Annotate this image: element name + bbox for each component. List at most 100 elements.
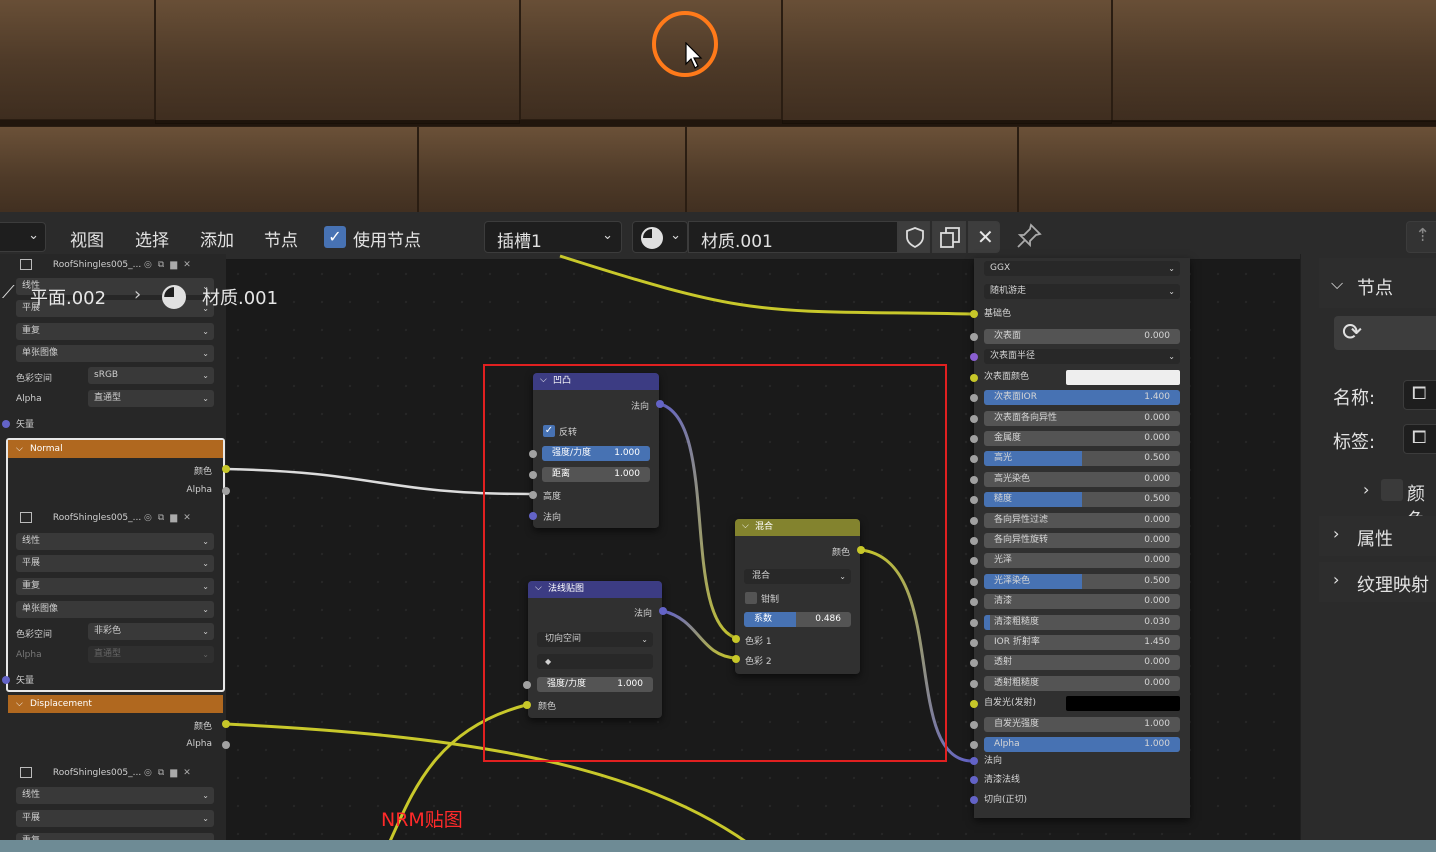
bsdf-row-11[interactable]: 光泽 0.000 <box>984 553 1180 569</box>
bsdf-row-label: 透射粗糙度 <box>994 677 1040 688</box>
bsdf-row-9[interactable]: 各向异性过滤 0.000 <box>984 512 1180 528</box>
texture-mapping-section-panel[interactable]: › 纹理映射 <box>1319 562 1436 602</box>
node-name-field[interactable]: ⧠ <box>1403 380 1436 410</box>
properties-section-panel[interactable]: › 属性 <box>1319 516 1436 556</box>
alpha-mode-dropdown[interactable]: 直通型 ⌄ <box>88 390 214 407</box>
projection-dropdown[interactable]: 平展 ⌄ <box>16 810 214 827</box>
bsdf-value-socket[interactable] <box>970 516 978 525</box>
color-swatch[interactable] <box>1066 369 1180 385</box>
bsdf-normal-socket[interactable] <box>970 757 978 765</box>
bsdf-row-10[interactable]: 各向异性旋转 0.000 <box>984 533 1180 548</box>
bsdf-value-socket[interactable] <box>970 333 978 341</box>
source-value: 单张图像 <box>22 348 59 358</box>
bsdf-row-17[interactable]: 透射粗糙度 0.000 <box>984 675 1180 691</box>
color-checkbox[interactable] <box>1381 479 1403 501</box>
bsdf-row-14[interactable]: 清漆粗糙度 0.030 <box>984 614 1180 630</box>
chevron-down-icon: ⌵ <box>1331 274 1344 293</box>
bsdf-color-socket[interactable] <box>970 373 978 382</box>
bsdf-row-15[interactable]: IOR 折射率 1.450 <box>984 635 1180 650</box>
bsdf-row-value: 0.000 <box>1144 473 1170 484</box>
displacement-frame-title: Displacement <box>30 699 92 709</box>
bsdf-row-3[interactable]: 次表面IOR 1.400 <box>984 390 1180 406</box>
bsdf-row-19[interactable]: 自发光强度 1.000 <box>984 716 1180 732</box>
interpolation-dropdown[interactable]: 线性 ⌄ <box>16 533 214 550</box>
bsdf-row-label: 光泽 <box>994 555 1013 566</box>
refresh-icon: ⟳ <box>1342 318 1363 346</box>
image-icon <box>20 259 32 270</box>
vector-socket[interactable] <box>2 420 10 428</box>
displacement-frame-header[interactable]: ⌵ Displacement <box>8 695 223 713</box>
bsdf-row-2[interactable]: 次表面颜色 <box>984 369 1180 385</box>
color-swatch[interactable] <box>1066 696 1180 712</box>
bsdf-row-label: 清漆 <box>994 596 1013 607</box>
bsdf-row-16[interactable]: 透射 0.000 <box>984 655 1180 671</box>
bsdf-base-color-socket[interactable] <box>970 310 978 318</box>
bsdf-value-socket[interactable] <box>970 720 978 729</box>
distribution-value: GGX <box>990 263 1011 273</box>
bsdf-row-value: 0.000 <box>1144 657 1170 668</box>
texture-action-icons[interactable]: ◎⧉▆✕ <box>144 764 197 782</box>
bsdf-row-7[interactable]: 高光染色 0.000 <box>984 471 1180 487</box>
extension-value: 重复 <box>22 581 41 591</box>
texture-name: RoofShingles005_... <box>52 768 142 778</box>
bsdf-value-socket[interactable] <box>970 475 978 484</box>
bsdf-value-socket[interactable] <box>970 679 978 688</box>
node-section-title: 节点 <box>1357 278 1393 299</box>
bsdf-clearcoat-normal-socket[interactable] <box>970 776 978 784</box>
bsdf-row-4[interactable]: 次表面各向异性 0.000 <box>984 410 1180 426</box>
displacement-image-selector[interactable]: RoofShingles005_... ◎⧉▆✕ <box>16 764 214 782</box>
bsdf-tangent-input: 切向(正切) <box>984 793 1180 808</box>
bsdf-row-label: 光泽染色 <box>994 575 1031 586</box>
bsdf-value-socket[interactable] <box>970 618 978 627</box>
bsdf-value-socket[interactable] <box>970 639 978 647</box>
chevron-down-icon: ⌄ <box>202 605 209 614</box>
displacement-out-alpha-label: Alpha <box>186 739 212 749</box>
chevron-down-icon: ⌄ <box>202 814 209 823</box>
colorspace-dropdown[interactable]: 非彩色 ⌄ <box>88 623 214 640</box>
source-dropdown[interactable]: 单张图像 ⌄ <box>16 345 214 362</box>
update-node-button[interactable]: ⟳ <box>1334 316 1436 350</box>
extension-dropdown[interactable]: 重复 ⌄ <box>16 323 214 340</box>
source-dropdown[interactable]: 单张图像 ⌄ <box>16 601 214 618</box>
normal-alpha-output-socket[interactable] <box>222 487 230 495</box>
projection-dropdown[interactable]: 平展 ⌄ <box>16 555 214 572</box>
bsdf-row-label: 自发光强度 <box>994 718 1040 729</box>
colorspace-dropdown[interactable]: sRGB ⌄ <box>88 367 214 384</box>
chevron-down-icon: ⌄ <box>202 791 209 800</box>
alpha-mode-dropdown[interactable]: 直通型 ⌄ <box>88 646 214 663</box>
normal-frame-header[interactable]: ⌵ Normal <box>8 440 223 458</box>
displacement-alpha-output-socket[interactable] <box>222 741 230 749</box>
extension-dropdown[interactable]: 重复 ⌄ <box>16 578 214 595</box>
bsdf-value-socket[interactable] <box>970 577 978 586</box>
displacement-color-output-socket[interactable] <box>222 720 230 728</box>
interpolation-dropdown[interactable]: 线性 ⌄ <box>16 787 214 804</box>
bsdf-value-socket[interactable] <box>970 435 978 443</box>
bsdf-row-6[interactable]: 高光 0.500 <box>984 451 1180 467</box>
bsdf-row-value: 0.000 <box>1144 433 1170 443</box>
normal-color-output-socket[interactable] <box>222 465 230 473</box>
normal-image-selector[interactable]: RoofShingles005_... ◎⧉▆✕ <box>16 509 214 527</box>
subsurface-method-dropdown[interactable]: 随机游走 ⌄ <box>984 284 1180 299</box>
texture-action-icons[interactable]: ◎⧉▆✕ <box>144 509 197 527</box>
bsdf-row-8[interactable]: 糙度 0.500 <box>984 492 1180 508</box>
alpha-label: Alpha <box>16 394 42 404</box>
vector-socket[interactable] <box>2 676 10 684</box>
bsdf-row-5[interactable]: 金属度 0.000 <box>984 431 1180 446</box>
distribution-dropdown[interactable]: GGX ⌄ <box>984 261 1180 276</box>
bsdf-row-18[interactable]: 自发光(发射) <box>984 696 1180 712</box>
bsdf-row-1[interactable]: 次表面半径 ⌄ <box>984 349 1180 365</box>
bsdf-tangent-socket[interactable] <box>970 796 978 804</box>
texture-action-icons[interactable]: ◎⧉▆✕ <box>144 256 197 274</box>
bsdf-row-13[interactable]: 清漆 0.000 <box>984 594 1180 610</box>
chevron-right-icon: › <box>134 284 142 305</box>
node-label-field[interactable]: ⧠ <box>1403 424 1436 454</box>
bsdf-row-0[interactable]: 次表面 0.000 <box>984 329 1180 344</box>
bsdf-row-12[interactable]: 光泽染色 0.500 <box>984 573 1180 589</box>
bsdf-value-socket[interactable] <box>970 414 978 423</box>
image-texture-selector[interactable]: RoofShingles005_... ◎⧉▆✕ <box>16 256 214 274</box>
principled-bsdf-node[interactable]: GGX ⌄ 随机游走 ⌄ 基础色 次表面 0.000 次表面半径 ⌄ 次表面颜色 次表面IOR… <box>974 258 1190 818</box>
bsdf-value-socket[interactable] <box>970 741 978 749</box>
node-section-panel[interactable]: ⌵ 节点 <box>1319 258 1436 308</box>
bsdf-row-20[interactable]: Alpha 1.000 <box>984 737 1180 752</box>
bsdf-value-socket[interactable] <box>970 537 978 545</box>
